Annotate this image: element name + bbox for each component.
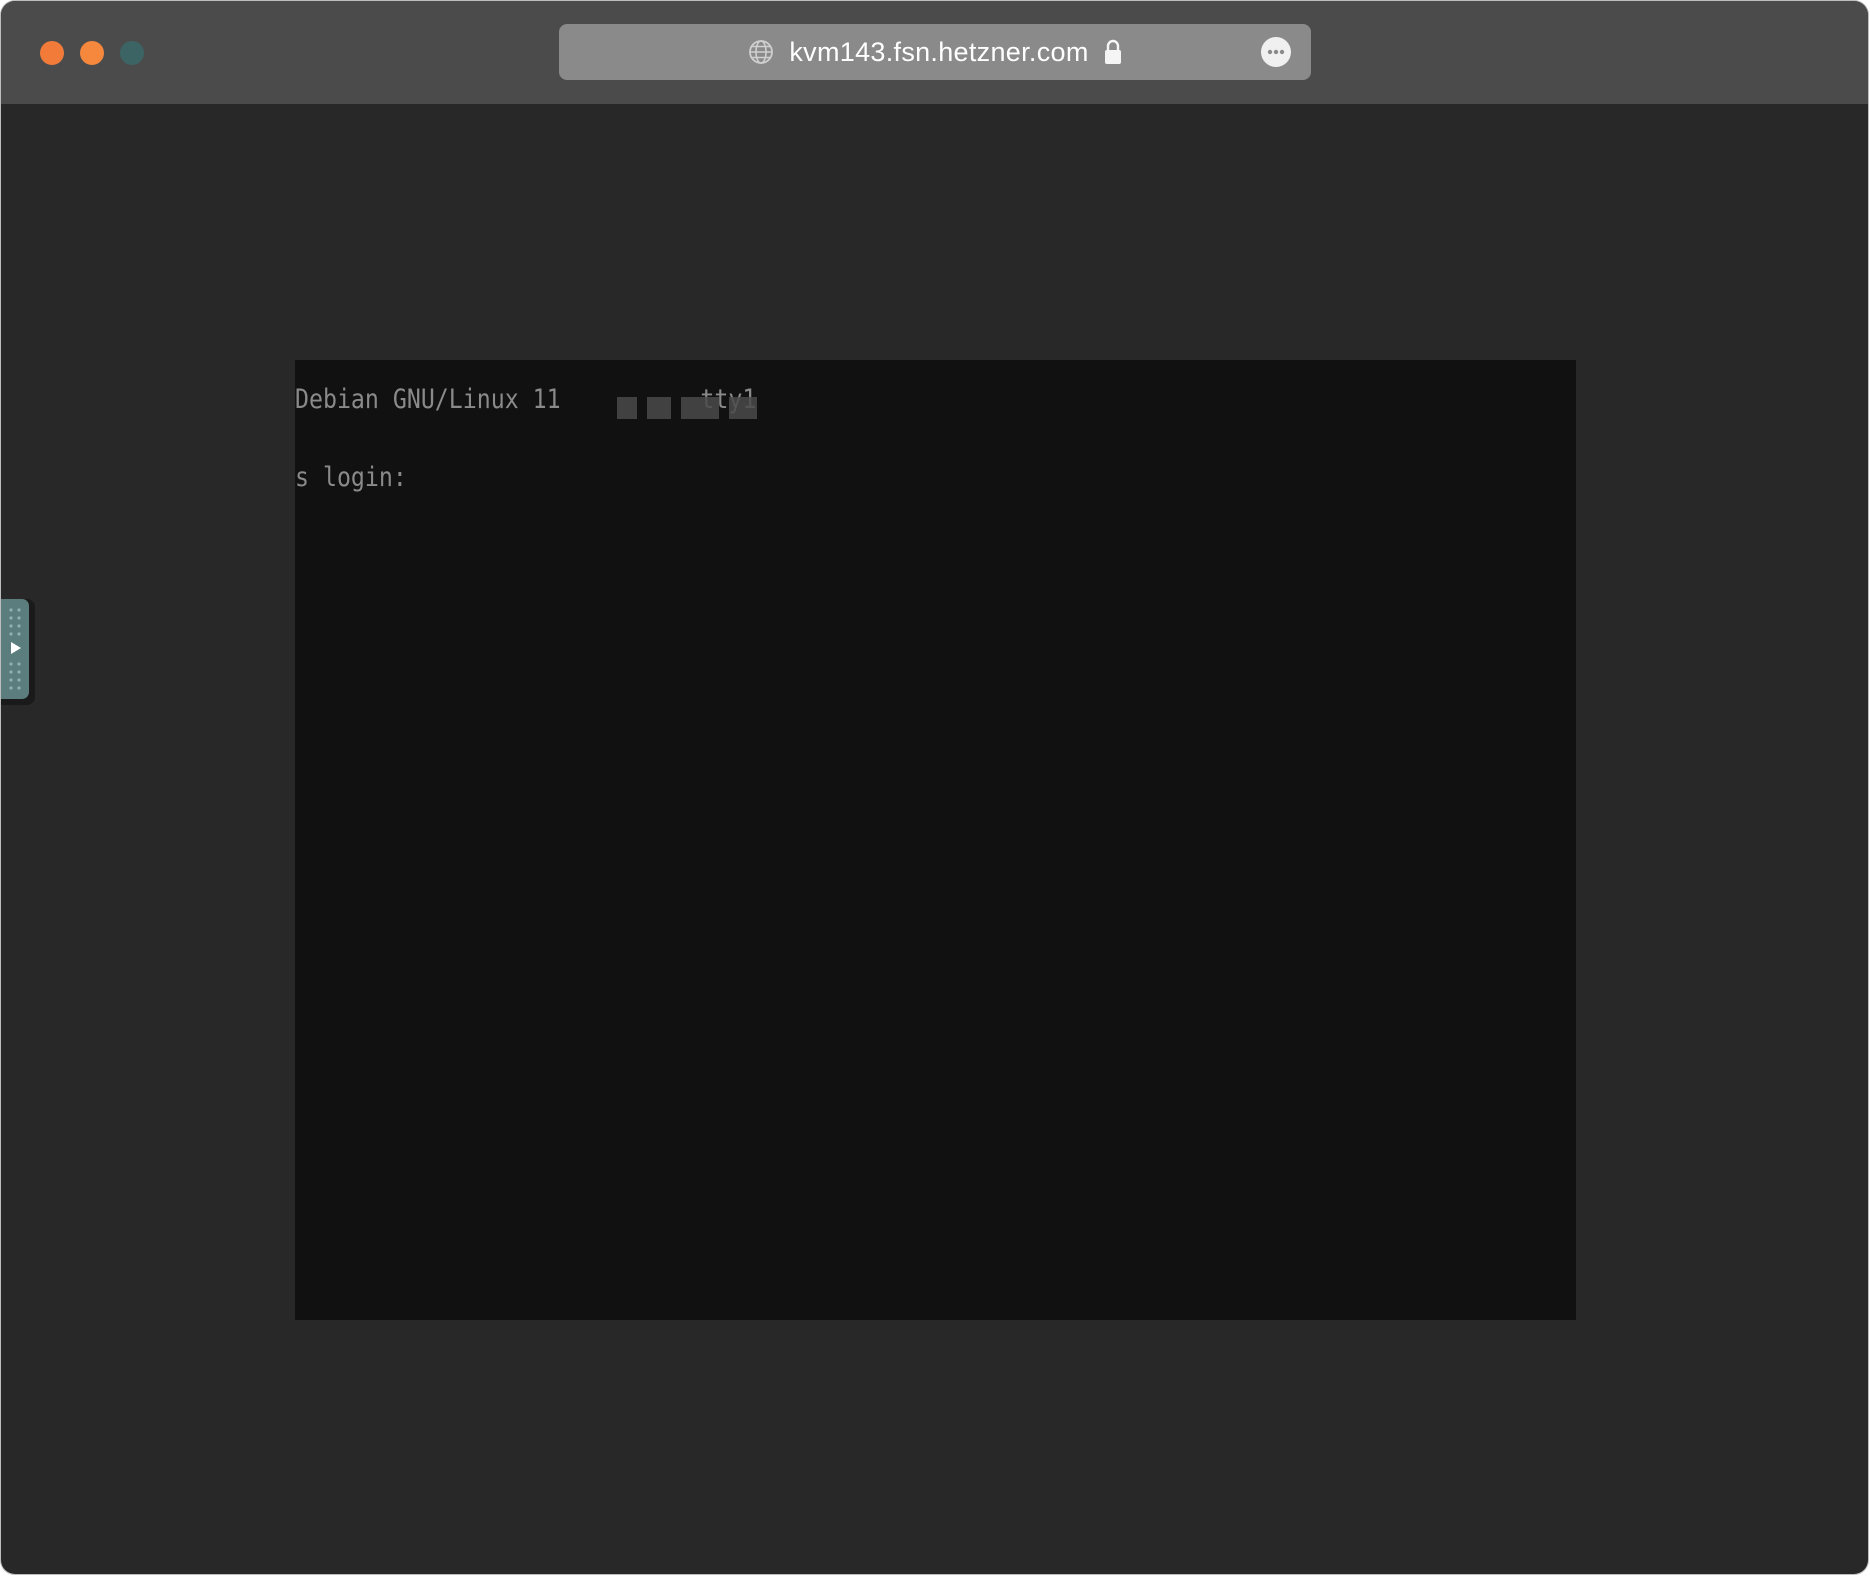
grip-dots-icon <box>9 608 21 636</box>
minimize-button[interactable] <box>80 41 104 65</box>
grip-dots-icon <box>9 662 21 690</box>
redacted-hostname-block <box>617 397 637 419</box>
side-panel-tab[interactable] <box>1 599 29 699</box>
console-banner-prefix: Debian GNU/Linux 11 <box>295 384 561 415</box>
globe-icon <box>747 38 775 66</box>
redacted-hostname-block <box>681 397 719 419</box>
redacted-hostname-block <box>729 397 757 419</box>
play-icon[interactable] <box>10 641 22 655</box>
title-bar: kvm143.fsn.hetzner.com <box>1 1 1868 104</box>
url-text: kvm143.fsn.hetzner.com <box>789 36 1089 67</box>
more-icon[interactable] <box>1261 37 1291 67</box>
zoom-button[interactable] <box>120 41 144 65</box>
lock-icon[interactable] <box>1103 38 1123 66</box>
redacted-hostname-block <box>647 397 671 419</box>
console-login-prompt: s login: <box>295 462 407 493</box>
side-panel-handle[interactable] <box>1 599 35 705</box>
browser-window: kvm143.fsn.hetzner.com Debian GNU/Linux … <box>1 1 1868 1574</box>
address-bar[interactable]: kvm143.fsn.hetzner.com <box>559 24 1311 80</box>
kvm-console-screen[interactable]: Debian GNU/Linux 11 tty1 s login: <box>295 360 1576 1320</box>
address-bar-content: kvm143.fsn.hetzner.com <box>559 24 1311 80</box>
close-button[interactable] <box>40 41 64 65</box>
